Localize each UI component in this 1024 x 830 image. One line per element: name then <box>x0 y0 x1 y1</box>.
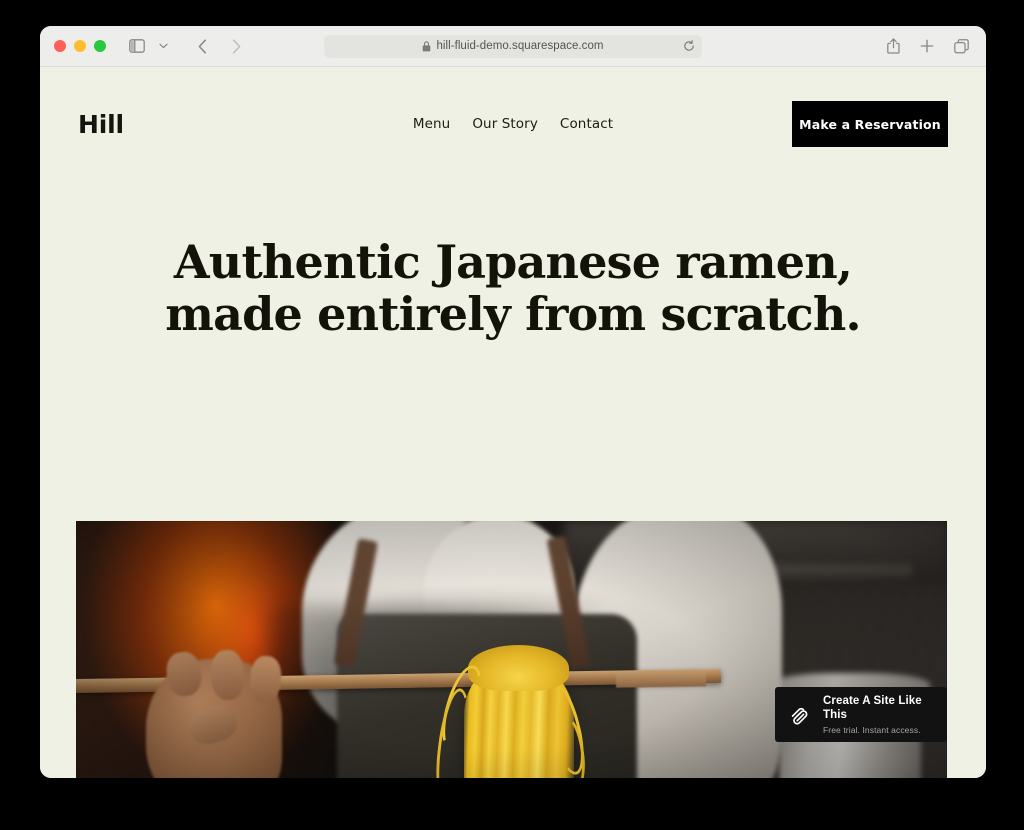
tab-overview-icon[interactable] <box>948 33 974 59</box>
sidebar-chevron-down-icon[interactable] <box>150 33 176 59</box>
primary-navigation: Menu Our Story Contact <box>413 116 613 132</box>
hero-headline-line-1: Authentic Japanese ramen, <box>173 235 853 289</box>
minimize-window-button[interactable] <box>74 40 86 52</box>
hero-headline: Authentic Japanese ramen, made entirely … <box>40 235 986 341</box>
new-tab-plus-icon[interactable] <box>914 33 940 59</box>
close-window-button[interactable] <box>54 40 66 52</box>
site-header: Hill Menu Our Story Contact Make a Reser… <box>40 67 986 181</box>
lock-icon <box>422 40 431 52</box>
reload-icon[interactable] <box>683 40 695 52</box>
squarespace-logo-icon <box>788 703 812 727</box>
squarespace-promo-badge[interactable]: Create A Site Like This Free trial. Inst… <box>775 687 947 742</box>
sidebar-toggle-icon[interactable] <box>124 33 150 59</box>
nav-item-menu[interactable]: Menu <box>413 116 450 132</box>
nav-item-contact[interactable]: Contact <box>560 116 613 132</box>
page-viewport: Hill Menu Our Story Contact Make a Reser… <box>40 67 986 778</box>
squarespace-promo-subtitle: Free trial. Instant access. <box>823 724 921 735</box>
make-a-reservation-button[interactable]: Make a Reservation <box>792 101 948 147</box>
address-bar-url: hill-fluid-demo.squarespace.com <box>436 40 604 52</box>
back-arrow-icon[interactable] <box>189 33 215 59</box>
forward-arrow-icon[interactable] <box>223 33 249 59</box>
window-controls <box>54 40 106 52</box>
hero-headline-line-2: made entirely from scratch. <box>165 286 861 341</box>
share-icon[interactable] <box>880 33 906 59</box>
site-logo[interactable]: Hill <box>78 110 124 139</box>
toolbar-right-group <box>880 26 974 66</box>
maximize-window-button[interactable] <box>94 40 106 52</box>
browser-window: hill-fluid-demo.squarespace.com Hill Men… <box>40 26 986 778</box>
address-bar-container[interactable]: hill-fluid-demo.squarespace.com <box>324 34 702 58</box>
address-bar[interactable]: hill-fluid-demo.squarespace.com <box>324 34 702 58</box>
browser-toolbar: hill-fluid-demo.squarespace.com <box>40 26 986 67</box>
squarespace-promo-text: Create A Site Like This Free trial. Inst… <box>823 694 934 735</box>
squarespace-promo-title: Create A Site Like This <box>823 695 922 722</box>
nav-item-our-story[interactable]: Our Story <box>472 116 538 132</box>
desktop-backdrop: hill-fluid-demo.squarespace.com Hill Men… <box>0 0 1024 830</box>
